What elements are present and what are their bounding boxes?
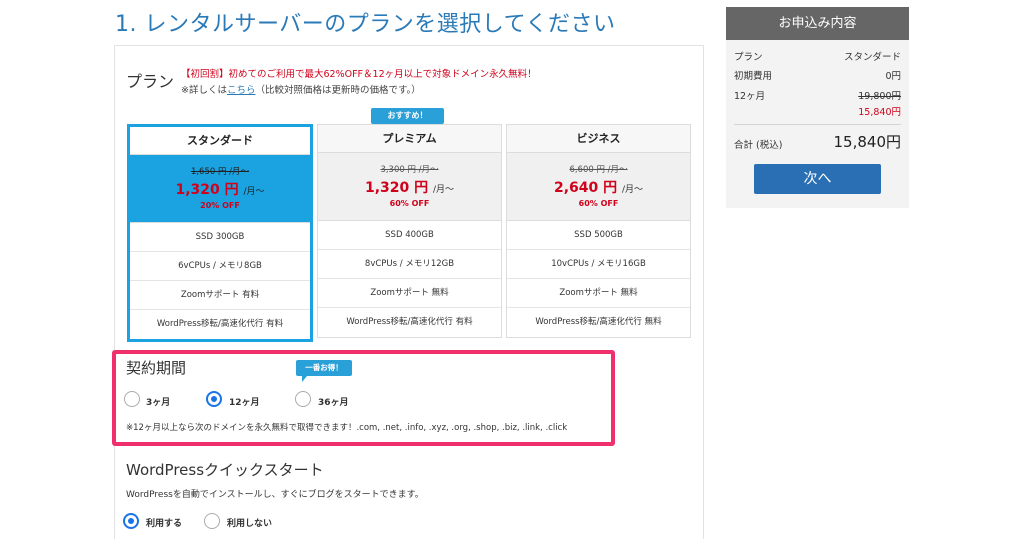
- next-button[interactable]: 次へ: [754, 164, 881, 194]
- summary-term-old-price: 19,800円: [858, 91, 901, 102]
- note-suffix: （比較対照価格は更新時の価格です。）: [255, 85, 421, 96]
- plan-discount: 20% OFF: [200, 201, 240, 210]
- plan-name: スタンダード: [130, 127, 310, 155]
- recommend-badge: おすすめ！: [371, 108, 444, 124]
- plan-new-price: 2,640 円 /月〜: [507, 177, 690, 197]
- plan-price-value: 1,320 円: [175, 182, 239, 198]
- details-link[interactable]: こちら: [227, 85, 256, 96]
- radio-12-months[interactable]: [206, 391, 222, 407]
- plan-name: ビジネス: [507, 125, 690, 153]
- wordpress-quickstart-desc: WordPressを自動でインストールし、すぐにブログをスタートできます。: [126, 490, 424, 500]
- plan-old-price: 1,650 円 /月〜: [190, 167, 250, 177]
- plan-spec-storage: SSD 400GB: [318, 221, 501, 250]
- summary-divider: [734, 124, 901, 125]
- plan-price-block: 1,650 円 /月〜 1,320 円 /月〜 20% OFF: [130, 155, 310, 223]
- plan-card-standard[interactable]: スタンダード 1,650 円 /月〜 1,320 円 /月〜 20% OFF S…: [127, 124, 313, 342]
- summary-total-label: 合計 (税込): [734, 140, 783, 151]
- plan-price-block: 6,600 円 /月〜 2,640 円 /月〜 60% OFF: [507, 153, 690, 221]
- summary-plan-value: スタンダード: [843, 52, 901, 63]
- plan-price-value: 1,320 円: [364, 180, 429, 196]
- plan-spec-storage: SSD 300GB: [130, 223, 310, 252]
- plan-section-label: プラン: [126, 72, 175, 91]
- plan-spec-zoom: Zoomサポート 無料: [318, 279, 501, 308]
- summary-row-term: 12ヶ月 19,800円 15,840円: [734, 88, 901, 120]
- plan-spec-cpu: 8vCPUs / メモリ12GB: [318, 250, 501, 279]
- summary-total-value: 15,840円: [833, 133, 902, 151]
- summary-term-label: 12ヶ月: [734, 91, 766, 102]
- plan-discount: 60% OFF: [578, 199, 619, 208]
- radio-3-months[interactable]: [124, 391, 140, 407]
- order-summary-title: お申込み内容: [726, 7, 909, 40]
- plan-spec-storage: SSD 500GB: [507, 221, 690, 250]
- summary-row-plan: プラン スタンダード: [734, 49, 901, 63]
- radio-label-3-months: 3ヶ月: [146, 398, 171, 408]
- plan-price-unit: /月〜: [622, 185, 644, 195]
- summary-initial-value: 0円: [885, 71, 901, 82]
- plan-card-business[interactable]: ビジネス 6,600 円 /月〜 2,640 円 /月〜 60% OFF SSD…: [506, 124, 691, 338]
- summary-term-new-price: 15,840円: [858, 107, 901, 118]
- radio-label-36-months: 36ヶ月: [318, 398, 349, 408]
- page-heading: 1. レンタルサーバーのプランを選択してください: [115, 12, 616, 37]
- summary-plan-label: プラン: [734, 52, 763, 63]
- plan-spec-zoom: Zoomサポート 有料: [130, 281, 310, 310]
- plan-discount: 60% OFF: [389, 199, 430, 208]
- radio-36-months[interactable]: [295, 391, 311, 407]
- plan-spec-migration: WordPress移転/高速化代行 無料: [535, 317, 662, 327]
- best-value-badge: 一番お得！: [296, 360, 352, 382]
- plan-price-block: 3,300 円 /月〜 1,320 円 /月〜 60% OFF: [318, 153, 501, 221]
- summary-initial-label: 初期費用: [734, 71, 773, 82]
- plan-spec-zoom: Zoomサポート 無料: [507, 279, 690, 308]
- radio-label-no-use: 利用しない: [227, 519, 273, 529]
- promo-text: 【初回割】初めてのご利用で最大62%OFF＆12ヶ月以上で対象ドメイン永久無料！: [181, 69, 537, 80]
- summary-term-prices: 19,800円 15,840円: [858, 88, 901, 118]
- plan-spec-cpu: 6vCPUs / メモリ8GB: [130, 252, 310, 281]
- plan-price-value: 2,640 円: [553, 180, 618, 196]
- plan-spec-cpu: 10vCPUs / メモリ16GB: [507, 250, 690, 279]
- plan-price-unit: /月〜: [433, 185, 455, 195]
- plan-name: プレミアム: [318, 125, 501, 153]
- order-summary-panel: お申込み内容 プラン スタンダード 初期費用 0円 12ヶ月 19,800円 1…: [726, 7, 909, 208]
- radio-no-wordpress[interactable]: [204, 513, 220, 529]
- plan-spec-migration: WordPress移転/高速化代行 有料: [156, 319, 284, 329]
- wordpress-quickstart-title: WordPressクイックスタート: [126, 461, 324, 479]
- plan-card-premium[interactable]: プレミアム 3,300 円 /月〜 1,320 円 /月〜 60% OFF SS…: [317, 124, 502, 338]
- details-note: ※詳しくはこちら（比較対照価格は更新時の価格です。）: [181, 82, 421, 96]
- plan-old-price: 3,300 円 /月〜: [380, 165, 439, 175]
- summary-row-initial: 初期費用 0円: [734, 68, 901, 82]
- radio-use-wordpress[interactable]: [123, 513, 139, 529]
- plan-old-price: 6,600 円 /月〜: [569, 165, 628, 175]
- plan-spec-migration: WordPress移転/高速化代行 有料: [346, 317, 473, 327]
- note-prefix: ※詳しくは: [181, 85, 227, 96]
- radio-label-12-months: 12ヶ月: [229, 398, 260, 408]
- free-domain-note: ※12ヶ月以上なら次のドメインを永久無料で取得できます！.com, .net, …: [126, 423, 568, 433]
- radio-label-use: 利用する: [146, 519, 183, 529]
- plan-price-unit: /月〜: [243, 187, 265, 197]
- plan-new-price: 1,320 円 /月〜: [130, 179, 310, 199]
- contract-title: 契約期間: [126, 359, 187, 377]
- plan-new-price: 1,320 円 /月〜: [318, 177, 501, 197]
